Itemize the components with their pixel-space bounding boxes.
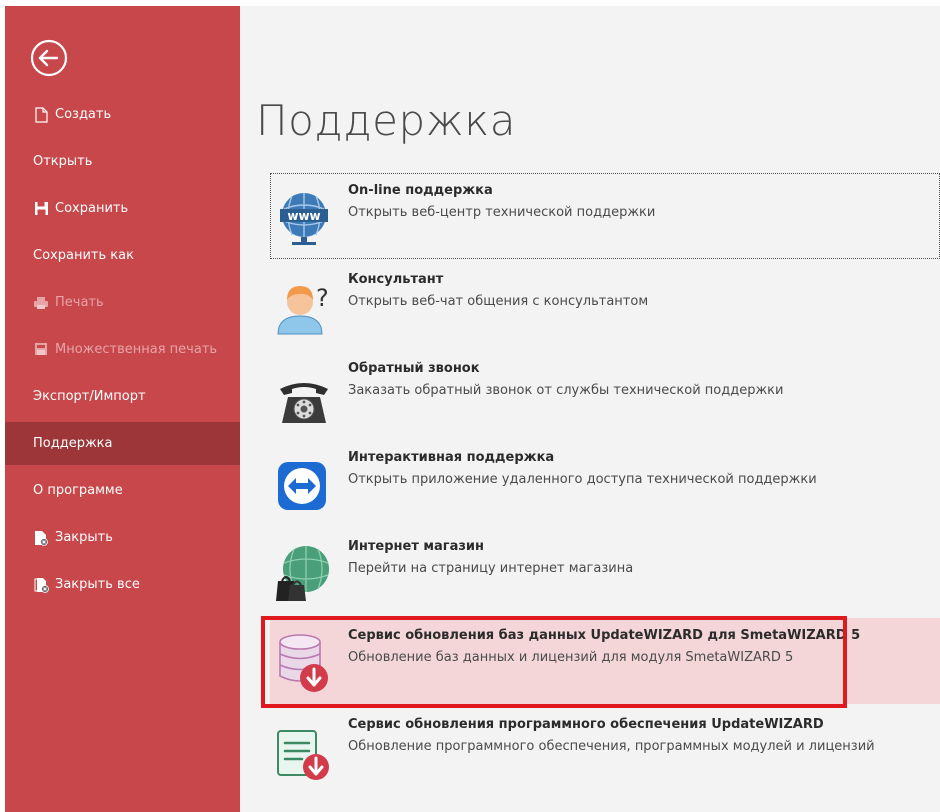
item-description: Открыть веб-чат общения с консультантом bbox=[348, 294, 649, 309]
item-title: Интернет магазин bbox=[348, 539, 484, 554]
support-item-interactive[interactable]: Интерактивная поддержка Открыть приложен… bbox=[270, 440, 940, 526]
back-arrow-icon bbox=[30, 39, 68, 77]
save-disk-icon bbox=[33, 200, 49, 218]
item-description: Открыть веб-центр технической поддержки bbox=[348, 205, 656, 220]
item-title: Консультант bbox=[348, 272, 444, 287]
close-document-icon bbox=[33, 529, 49, 547]
sidebar-item-close[interactable]: Закрыть bbox=[5, 516, 240, 559]
close-all-documents-icon bbox=[33, 576, 49, 594]
support-item-shop[interactable]: Интернет магазин Перейти на страницу инт… bbox=[270, 529, 940, 615]
sidebar-item-label: О программе bbox=[33, 483, 123, 498]
new-document-icon bbox=[33, 106, 49, 124]
svg-text:?: ? bbox=[316, 284, 329, 312]
item-title: Обратный звонок bbox=[348, 361, 480, 376]
sidebar-item-create[interactable]: Создать bbox=[5, 93, 240, 136]
item-title: On-line поддержка bbox=[348, 183, 493, 198]
item-description: Открыть приложение удаленного доступа те… bbox=[348, 472, 817, 487]
item-description: Обновление программного обеспечения, про… bbox=[348, 739, 875, 754]
shop-globe-icon bbox=[274, 543, 334, 603]
support-item-consultant[interactable]: ? Консультант Открыть веб-чат общения с … bbox=[270, 262, 940, 348]
sidebar-item-label: Создать bbox=[55, 107, 112, 122]
support-item-online[interactable]: www On-line поддержка Открыть веб-центр … bbox=[270, 173, 940, 259]
sidebar-item-label: Сохранить bbox=[55, 201, 129, 216]
sidebar-item-label: Закрыть все bbox=[55, 577, 140, 592]
item-description: Заказать обратный звонок от службы техни… bbox=[348, 383, 784, 398]
multi-printer-icon bbox=[33, 341, 49, 359]
svg-text:www: www bbox=[287, 209, 320, 223]
sidebar-item-save[interactable]: Сохранить bbox=[5, 187, 240, 230]
sidebar-item-label: Поддержка bbox=[33, 436, 113, 451]
software-update-icon bbox=[274, 721, 334, 781]
sidebar-item-close-all[interactable]: Закрыть все bbox=[5, 563, 240, 606]
item-title: Сервис обновления программного обеспечен… bbox=[348, 717, 824, 732]
sidebar-item-label: Открыть bbox=[33, 154, 93, 169]
support-item-software-update[interactable]: Сервис обновления программного обеспечен… bbox=[270, 707, 940, 793]
sidebar-item-label: Сохранить как bbox=[33, 248, 134, 263]
sidebar-item-support[interactable]: Поддержка bbox=[5, 422, 240, 465]
sidebar-item-about[interactable]: О программе bbox=[5, 469, 240, 512]
sidebar-item-save-as[interactable]: Сохранить как bbox=[5, 234, 240, 277]
item-description: Перейти на страницу интернет магазина bbox=[348, 561, 634, 576]
remote-access-icon bbox=[274, 454, 334, 514]
page-title: Поддержка bbox=[256, 96, 516, 145]
support-item-callback[interactable]: Обратный звонок Заказать обратный звонок… bbox=[270, 351, 940, 437]
phone-icon bbox=[274, 365, 334, 425]
sidebar-item-label: Множественная печать bbox=[55, 342, 218, 357]
sidebar-item-print[interactable]: Печать bbox=[5, 281, 240, 324]
sidebar-item-open[interactable]: Открыть bbox=[5, 140, 240, 183]
printer-icon bbox=[33, 294, 49, 312]
item-title: Интерактивная поддержка bbox=[348, 450, 555, 465]
consultant-icon: ? bbox=[274, 276, 334, 336]
sidebar-item-label: Печать bbox=[55, 295, 104, 310]
sidebar-item-export-import[interactable]: Экспорт/Импорт bbox=[5, 375, 240, 418]
sidebar-item-label: Закрыть bbox=[55, 530, 113, 545]
sidebar-item-label: Экспорт/Импорт bbox=[33, 389, 146, 404]
www-globe-icon: www bbox=[274, 187, 334, 247]
sidebar-item-batch-print[interactable]: Множественная печать bbox=[5, 328, 240, 371]
back-button[interactable] bbox=[29, 38, 69, 78]
highlight-annotation-box bbox=[261, 616, 847, 708]
backstage-sidebar: Создать Открыть Сохранить Сохранить как … bbox=[5, 6, 240, 812]
